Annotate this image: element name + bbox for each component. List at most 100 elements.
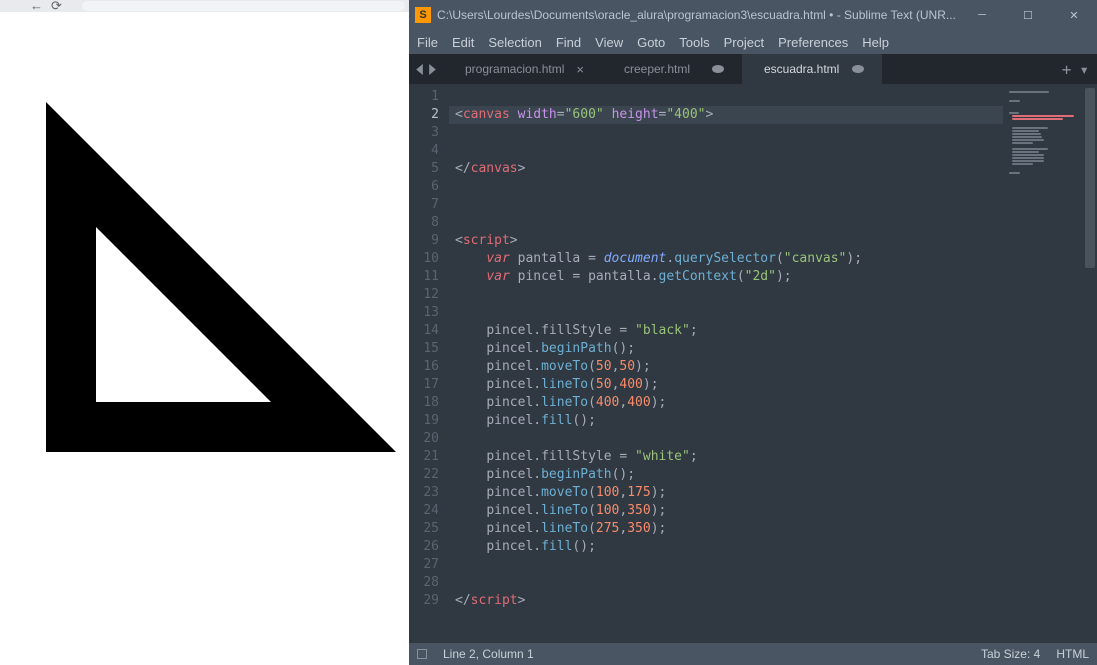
code-line[interactable]: pincel.beginPath();: [449, 340, 1003, 358]
line-number[interactable]: 4: [409, 142, 439, 160]
window-titlebar[interactable]: S C:\Users\Lourdes\Documents\oracle_alur…: [409, 0, 1097, 30]
code-line[interactable]: pincel.fill();: [449, 412, 1003, 430]
menu-tools[interactable]: Tools: [679, 35, 709, 50]
line-number[interactable]: 23: [409, 484, 439, 502]
line-number[interactable]: 29: [409, 592, 439, 610]
code-line[interactable]: pincel.lineTo(275,350);: [449, 520, 1003, 538]
code-line[interactable]: [449, 142, 1003, 160]
line-number[interactable]: 15: [409, 340, 439, 358]
menu-selection[interactable]: Selection: [488, 35, 541, 50]
tab-forward-icon[interactable]: [428, 64, 437, 75]
line-number[interactable]: 13: [409, 304, 439, 322]
url-bar[interactable]: [82, 1, 405, 11]
code-line[interactable]: [449, 178, 1003, 196]
code-line[interactable]: [449, 88, 1003, 106]
new-tab-icon[interactable]: +: [1062, 60, 1072, 79]
code-line[interactable]: [449, 304, 1003, 322]
page-canvas-output: [0, 12, 409, 457]
code-line[interactable]: [449, 556, 1003, 574]
syntax-mode[interactable]: HTML: [1056, 647, 1089, 661]
line-number[interactable]: 9: [409, 232, 439, 250]
line-number[interactable]: 16: [409, 358, 439, 376]
line-number-gutter[interactable]: 1234567891011121314151617181920212223242…: [409, 84, 449, 643]
code-line[interactable]: [449, 124, 1003, 142]
tab-programacion-html[interactable]: programacion.html×: [443, 54, 602, 84]
panel-toggle-icon[interactable]: [417, 649, 427, 659]
tab-label: creeper.html: [624, 62, 690, 76]
line-number[interactable]: 7: [409, 196, 439, 214]
tab-history-nav[interactable]: [409, 54, 443, 84]
code-line[interactable]: pincel.fillStyle = "white";: [449, 448, 1003, 466]
code-line[interactable]: pincel.moveTo(100,175);: [449, 484, 1003, 502]
tab-bar: programacion.html× creeper.html escuadra.h…: [409, 54, 1097, 84]
line-number[interactable]: 10: [409, 250, 439, 268]
code-line[interactable]: pincel.fillStyle = "black";: [449, 322, 1003, 340]
code-line[interactable]: [449, 214, 1003, 232]
code-line[interactable]: <script>: [449, 232, 1003, 250]
code-line[interactable]: <canvas width="600" height="400">: [449, 106, 1003, 124]
code-line[interactable]: pincel.lineTo(400,400);: [449, 394, 1003, 412]
tab-creeper-html[interactable]: creeper.html: [602, 54, 742, 84]
tab-size[interactable]: Tab Size: 4: [981, 647, 1040, 661]
back-icon[interactable]: ←: [30, 0, 43, 14]
line-number[interactable]: 6: [409, 178, 439, 196]
line-number[interactable]: 17: [409, 376, 439, 394]
minimize-button[interactable]: ─: [959, 0, 1005, 30]
code-line[interactable]: [449, 430, 1003, 448]
menu-find[interactable]: Find: [556, 35, 581, 50]
code-line[interactable]: [449, 286, 1003, 304]
status-bar: Line 2, Column 1 Tab Size: 4 HTML: [409, 643, 1097, 665]
menu-project[interactable]: Project: [724, 35, 764, 50]
line-number[interactable]: 28: [409, 574, 439, 592]
line-number[interactable]: 18: [409, 394, 439, 412]
line-number[interactable]: 5: [409, 160, 439, 178]
line-number[interactable]: 21: [409, 448, 439, 466]
code-editor[interactable]: <canvas width="600" height="400"> </canva…: [449, 84, 1003, 643]
maximize-button[interactable]: ☐: [1005, 0, 1051, 30]
line-number[interactable]: 2: [409, 106, 439, 124]
line-number[interactable]: 14: [409, 322, 439, 340]
line-number[interactable]: 24: [409, 502, 439, 520]
browser-nav-controls[interactable]: ← ⟳: [30, 0, 62, 14]
menu-file[interactable]: File: [417, 35, 438, 50]
menu-edit[interactable]: Edit: [452, 35, 474, 50]
close-button[interactable]: ✕: [1051, 0, 1097, 30]
code-line[interactable]: pincel.lineTo(50,400);: [449, 376, 1003, 394]
cursor-position[interactable]: Line 2, Column 1: [443, 647, 534, 661]
line-number[interactable]: 12: [409, 286, 439, 304]
menu-view[interactable]: View: [595, 35, 623, 50]
menu-help[interactable]: Help: [862, 35, 889, 50]
tab-back-icon[interactable]: [415, 64, 424, 75]
code-line[interactable]: </script>: [449, 592, 1003, 610]
line-number[interactable]: 8: [409, 214, 439, 232]
vertical-scrollbar[interactable]: [1083, 84, 1097, 643]
line-number[interactable]: 1: [409, 88, 439, 106]
line-number[interactable]: 20: [409, 430, 439, 448]
scrollbar-thumb[interactable]: [1085, 88, 1095, 268]
tab-menu-icon[interactable]: ▾: [1079, 60, 1089, 79]
line-number[interactable]: 26: [409, 538, 439, 556]
menu-goto[interactable]: Goto: [637, 35, 665, 50]
code-line[interactable]: pincel.lineTo(100,350);: [449, 502, 1003, 520]
reload-icon[interactable]: ⟳: [51, 0, 62, 14]
code-line[interactable]: </canvas>: [449, 160, 1003, 178]
line-number[interactable]: 27: [409, 556, 439, 574]
code-line[interactable]: var pantalla = document.querySelector("c…: [449, 250, 1003, 268]
code-line[interactable]: pincel.beginPath();: [449, 466, 1003, 484]
code-line[interactable]: [449, 196, 1003, 214]
line-number[interactable]: 22: [409, 466, 439, 484]
tab-close-icon[interactable]: ×: [564, 62, 584, 77]
tab-escuadra-html[interactable]: escuadra.html: [742, 54, 882, 84]
line-number[interactable]: 3: [409, 124, 439, 142]
line-number[interactable]: 25: [409, 520, 439, 538]
code-line[interactable]: [449, 574, 1003, 592]
browser-chrome: ← ⟳: [0, 0, 409, 12]
minimap[interactable]: [1003, 84, 1083, 643]
menu-preferences[interactable]: Preferences: [778, 35, 848, 50]
code-line[interactable]: var pincel = pantalla.getContext("2d");: [449, 268, 1003, 286]
line-number[interactable]: 11: [409, 268, 439, 286]
code-line[interactable]: pincel.fill();: [449, 538, 1003, 556]
editor-area: 1234567891011121314151617181920212223242…: [409, 84, 1097, 643]
line-number[interactable]: 19: [409, 412, 439, 430]
code-line[interactable]: pincel.moveTo(50,50);: [449, 358, 1003, 376]
